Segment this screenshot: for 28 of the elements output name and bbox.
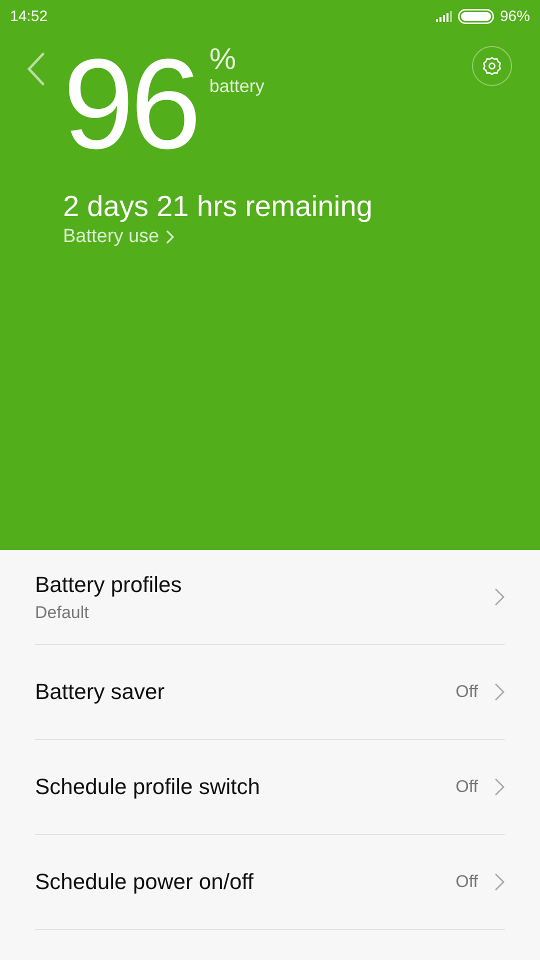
settings-row[interactable]: Battery saver Off [35, 645, 505, 740]
battery-percent: 96% [500, 8, 530, 24]
row-title: Battery profiles [35, 572, 183, 598]
chevron-icon [494, 777, 505, 797]
row-title: Battery saver [35, 679, 166, 705]
row-value: Off [456, 682, 478, 702]
battery-icon [458, 8, 494, 24]
chevron-icon [165, 229, 176, 245]
settings-row[interactable]: Schedule profile switch Off [35, 740, 505, 835]
percent-sign: % [209, 44, 238, 76]
settings-button[interactable] [472, 46, 512, 86]
row-value: Off [456, 872, 478, 892]
settings-row[interactable]: Schedule power on/off Off [35, 835, 505, 930]
row-subtitle: Default [35, 602, 90, 622]
settings-row[interactable]: Battery profiles Default [35, 550, 505, 645]
status-time: 14:52 [10, 8, 48, 24]
chevron-icon [494, 682, 505, 702]
chevron-icon [494, 587, 505, 607]
row-title: Schedule power on/off [35, 869, 255, 895]
battery-label: battery [209, 76, 264, 96]
remaining-time: 2 days 21 hrs remaining [63, 190, 372, 224]
row-value: Off [456, 777, 478, 797]
back-icon[interactable] [26, 52, 46, 86]
signal-icon [436, 10, 452, 22]
settings-icon [481, 55, 503, 77]
row-title: Schedule profile switch [35, 774, 262, 800]
battery-level-number: 96 [63, 50, 198, 160]
chevron-icon [494, 872, 505, 892]
